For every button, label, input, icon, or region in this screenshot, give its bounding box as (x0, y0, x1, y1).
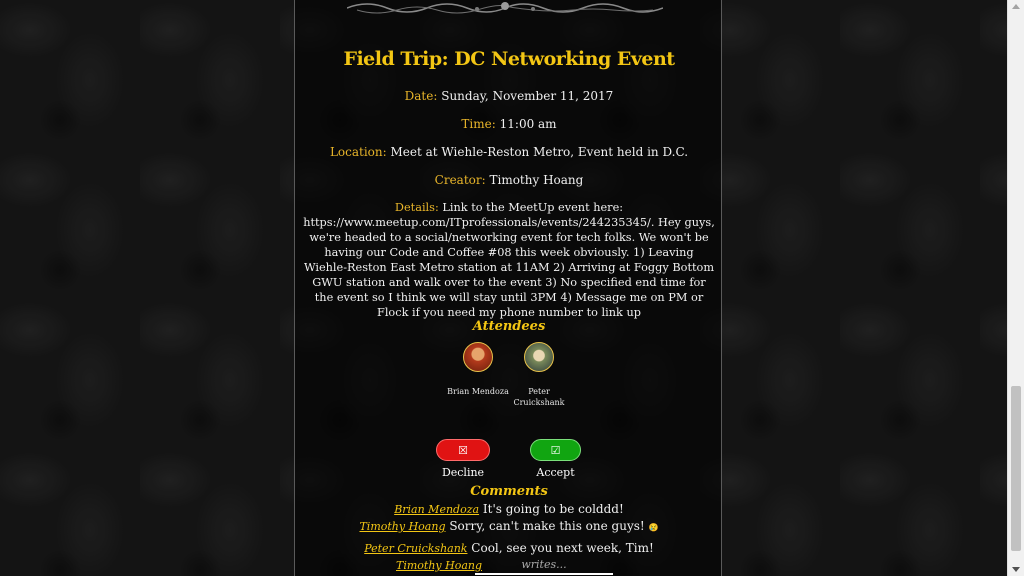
details-label: Details: (394, 201, 439, 214)
event-location: Location: Meet at Wiehle-Reston Metro, E… (295, 145, 723, 159)
event-time: Time: 11:00 am (295, 117, 723, 131)
comments-heading: Comments (470, 484, 548, 499)
scrollbar-thumb[interactable] (1011, 386, 1021, 551)
creator-label: Creator: (434, 173, 486, 187)
comment-author-link[interactable]: Timothy Hoang (359, 520, 445, 533)
comment-item: Timothy Hoang Sorry, can't make this one… (295, 519, 723, 535)
avatar[interactable] (463, 342, 493, 372)
attendees-heading: Attendees (472, 319, 546, 334)
attendee-name: Brian Mendoza (447, 387, 509, 396)
details-value: Link to the MeetUp event here: https://w… (303, 201, 715, 319)
date-label: Date: (404, 89, 438, 103)
time-value: 11:00 am (499, 117, 557, 131)
crying-face-icon: 😢 (648, 523, 659, 532)
event-creator: Creator: Timothy Hoang (295, 173, 723, 187)
comment-author-link[interactable]: Peter Cruickshank (364, 542, 467, 555)
date-value: Sunday, November 11, 2017 (441, 89, 614, 103)
attendee-name: Peter Cruickshank (513, 387, 565, 407)
decline-button[interactable]: ☒ Decline (436, 439, 490, 479)
page-scrollbar[interactable] (1007, 0, 1024, 576)
attendee-peter-cruickshank[interactable]: Peter Cruickshank (504, 342, 574, 408)
creator-value: Timothy Hoang (489, 173, 584, 187)
time-label: Time: (461, 117, 496, 131)
location-label: Location: (329, 145, 387, 159)
scroll-down-arrow-icon[interactable] (1012, 567, 1020, 572)
comment-text: Sorry, can't make this one guys! (449, 519, 645, 533)
flourish-ornament-icon (347, 2, 663, 14)
comment-text: It's going to be colddd! (482, 502, 624, 516)
scroll-up-arrow-icon[interactable] (1012, 4, 1020, 9)
current-user-link[interactable]: Timothy Hoang (396, 559, 482, 572)
event-details: Details: Link to the MeetUp event here: … (303, 200, 715, 320)
comment-item: Peter Cruickshank Cool, see you next wee… (295, 541, 723, 556)
accept-button[interactable]: ☑ Accept (530, 439, 581, 479)
comment-item: Brian Mendoza It's going to be colddd! (295, 502, 723, 517)
location-value: Meet at Wiehle-Reston Metro, Event held … (390, 145, 689, 159)
event-date: Date: Sunday, November 11, 2017 (295, 89, 723, 103)
comment-input[interactable] (475, 556, 613, 575)
avatar[interactable] (524, 342, 554, 372)
event-panel: Field Trip: DC Networking Event Date: Su… (294, 0, 722, 576)
comment-text: Cool, see you next week, Tim! (471, 541, 654, 555)
event-title: Field Trip: DC Networking Event (343, 48, 675, 70)
comment-author-link[interactable]: Brian Mendoza (394, 503, 479, 516)
attendee-brian-mendoza[interactable]: Brian Mendoza (443, 342, 513, 397)
